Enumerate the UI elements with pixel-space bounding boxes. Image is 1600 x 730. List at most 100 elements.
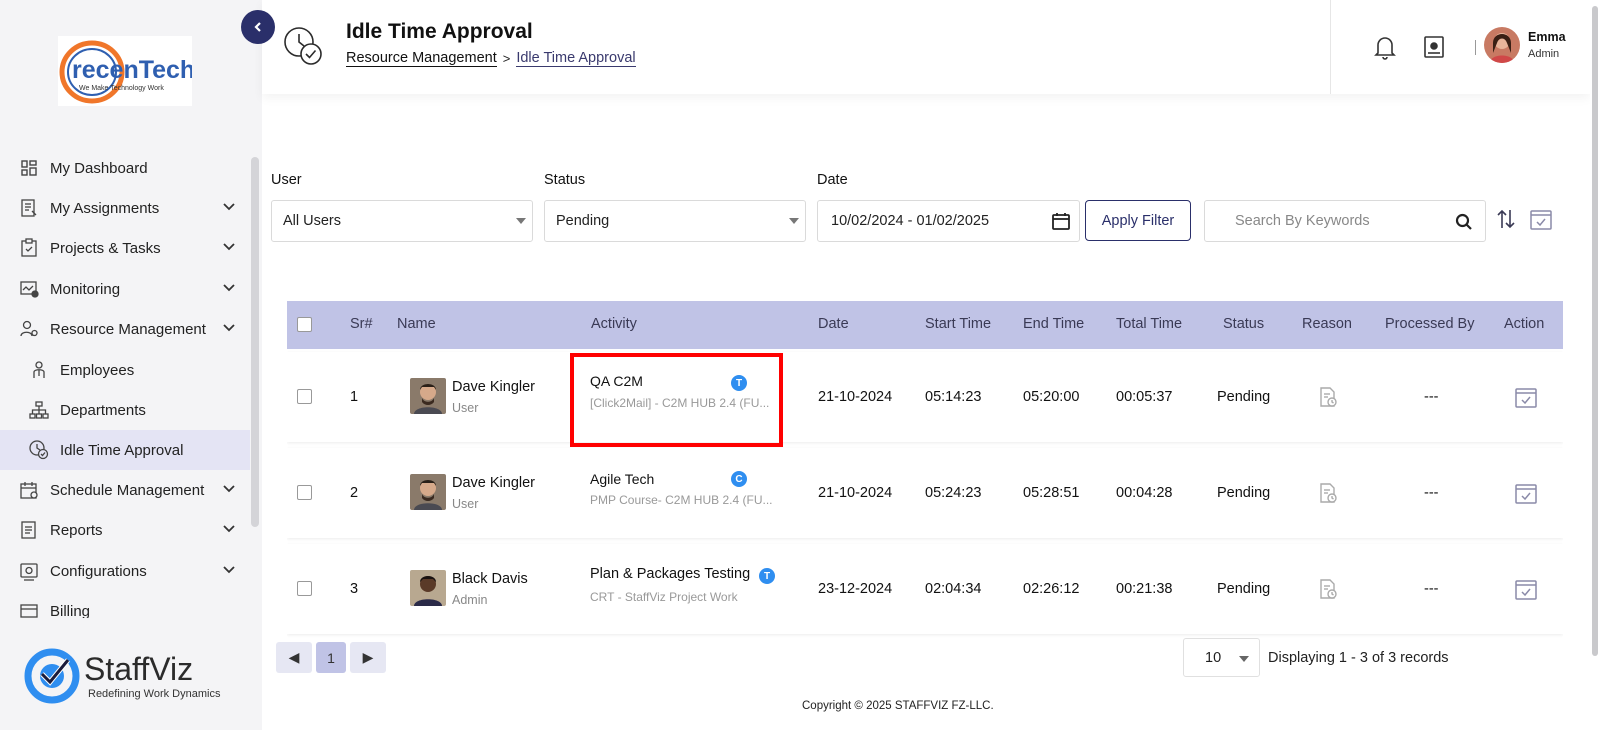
user-gear-icon [18,318,40,340]
page-scrollbar[interactable] [1590,0,1600,730]
notebook-icon[interactable] [1422,34,1446,60]
activity-type-badge: C [731,471,747,487]
chevron-down-icon [223,485,235,493]
sidebar-item-employees[interactable]: Employees [0,350,250,390]
user-filter-select[interactable]: All Users [271,200,533,242]
date-range-value: 10/02/2024 - 01/02/2025 [831,213,990,229]
table-header: Sr# Name Activity Date Start Time End Ti… [287,301,1563,349]
column-header-status: Status [1223,316,1265,332]
breadcrumb-idle-time-approval[interactable]: Idle Time Approval [516,50,636,67]
idle-clock-icon [28,439,50,461]
caret-down-icon [789,218,799,224]
sort-icon[interactable] [1496,208,1516,230]
prev-page-button[interactable]: ◀ [276,642,312,673]
page-number-button[interactable]: 1 [316,642,346,673]
dashboard-icon [18,157,40,179]
date-filter-label: Date [817,172,848,188]
row-sr: 3 [350,581,359,597]
user-avatar[interactable] [1484,27,1520,63]
idle-clock-icon [284,27,322,65]
sidebar-item-my-assignments[interactable]: My Assignments [0,188,250,228]
per-page-value: 10 [1205,649,1222,666]
select-all-checkbox[interactable] [297,317,312,332]
sidebar-item-label: Projects & Tasks [50,239,161,257]
sidebar-item-label: Monitoring [50,280,121,298]
page-header: Idle Time Approval Resource Management >… [262,0,1590,94]
hierarchy-icon [28,399,50,421]
row-activity-subtitle: PMP Course- C2M HUB 2.4 (FU... [590,493,773,507]
report-icon [18,519,40,541]
approve-action-icon[interactable] [1514,385,1538,409]
row-checkbox[interactable] [297,581,312,596]
copyright-text: Copyright © 2025 STAFFVIZ FZ-LLC. [802,700,994,712]
row-date: 23-12-2024 [818,581,893,597]
header-separator [1475,40,1476,55]
row-date: 21-10-2024 [818,389,893,405]
sidebar-item-projects-tasks[interactable]: Projects & Tasks [0,228,250,268]
sidebar-item-my-dashboard[interactable]: My Dashboard [0,148,250,188]
row-checkbox[interactable] [297,389,312,404]
row-date: 21-10-2024 [818,485,893,501]
calendar-icon[interactable] [1051,211,1071,231]
sidebar-item-departments[interactable]: Departments [0,390,250,430]
reason-document-icon[interactable] [1317,578,1339,600]
bulk-approve-icon[interactable] [1529,207,1553,231]
svg-text:We Make Technology Work: We Make Technology Work [79,85,164,92]
idle-time-table: Sr# Name Activity Date Start Time End Ti… [287,301,1563,640]
row-end-time: 02:26:12 [1023,581,1080,597]
sidebar-item-label: Billing [50,602,91,619]
page-scrollbar-thumb[interactable] [1592,6,1598,656]
table-row[interactable]: 3 Black Davis Admin Plan & Packages Test… [287,544,1563,634]
next-page-button[interactable]: ▶ [350,642,386,673]
sidebar-item-label: My Dashboard [50,159,148,177]
apply-filter-button[interactable]: Apply Filter [1085,200,1191,241]
sidebar-item-monitoring[interactable]: Monitoring [0,269,250,309]
brand-tagline: Redefining Work Dynamics [88,688,221,700]
sidebar-item-schedule-management[interactable]: Schedule Management [0,470,250,510]
user-name: Emma [1528,30,1566,44]
row-start-time: 05:14:23 [925,389,982,405]
sidebar-item-idle-time-approval[interactable]: Idle Time Approval [0,430,250,470]
row-user-role: User [452,497,479,511]
sidebar-item-reports[interactable]: Reports [0,510,250,550]
reason-document-icon[interactable] [1317,482,1339,504]
svg-text:recenTech: recenTech [72,56,192,84]
reason-document-icon[interactable] [1317,386,1339,408]
per-page-select[interactable]: 10 [1183,638,1260,677]
row-checkbox[interactable] [297,485,312,500]
billing-icon [18,600,40,618]
sidebar-scrollbar[interactable] [251,157,259,527]
clipboard-check-icon [18,237,40,259]
date-range-input[interactable]: 10/02/2024 - 01/02/2025 [817,200,1080,242]
breadcrumb-separator: > [502,51,511,66]
sidebar-collapse-button[interactable] [241,10,275,44]
sidebar-item-resource-management[interactable]: Resource Management [0,309,250,349]
table-row[interactable]: 1 Dave Kingler User QA C2M T [Click2Mail… [287,352,1563,442]
column-header-activity: Activity [591,316,637,332]
search-input[interactable] [1235,213,1445,229]
sidebar-item-billing[interactable]: Billing [0,591,250,618]
row-user-name: Dave Kingler [452,475,536,491]
bell-icon[interactable] [1374,34,1396,60]
sidebar-item-label: Idle Time Approval [60,441,184,459]
avatar [410,378,446,414]
status-filter-select[interactable]: Pending [544,200,806,242]
approve-action-icon[interactable] [1514,481,1538,505]
row-processed-by: --- [1424,485,1439,501]
page-title: Idle Time Approval [346,20,533,43]
search-icon[interactable] [1455,213,1473,231]
status-filter-label: Status [544,172,586,188]
breadcrumb-resource-management[interactable]: Resource Management [346,50,497,67]
brand-name: StaffViz [84,651,193,687]
avatar [410,474,446,510]
sidebar-item-label: Departments [60,401,146,419]
status-filter-value: Pending [556,213,610,229]
chevron-down-icon [223,324,235,332]
approve-action-icon[interactable] [1514,577,1538,601]
column-header-name: Name [397,316,436,332]
sidebar-item-configurations[interactable]: Configurations [0,551,250,591]
row-sr: 2 [350,485,359,501]
chevron-down-icon [223,243,235,251]
table-row[interactable]: 2 Dave Kingler User Agile Tech C PMP Cou… [287,448,1563,538]
column-header-date: Date [818,316,849,332]
